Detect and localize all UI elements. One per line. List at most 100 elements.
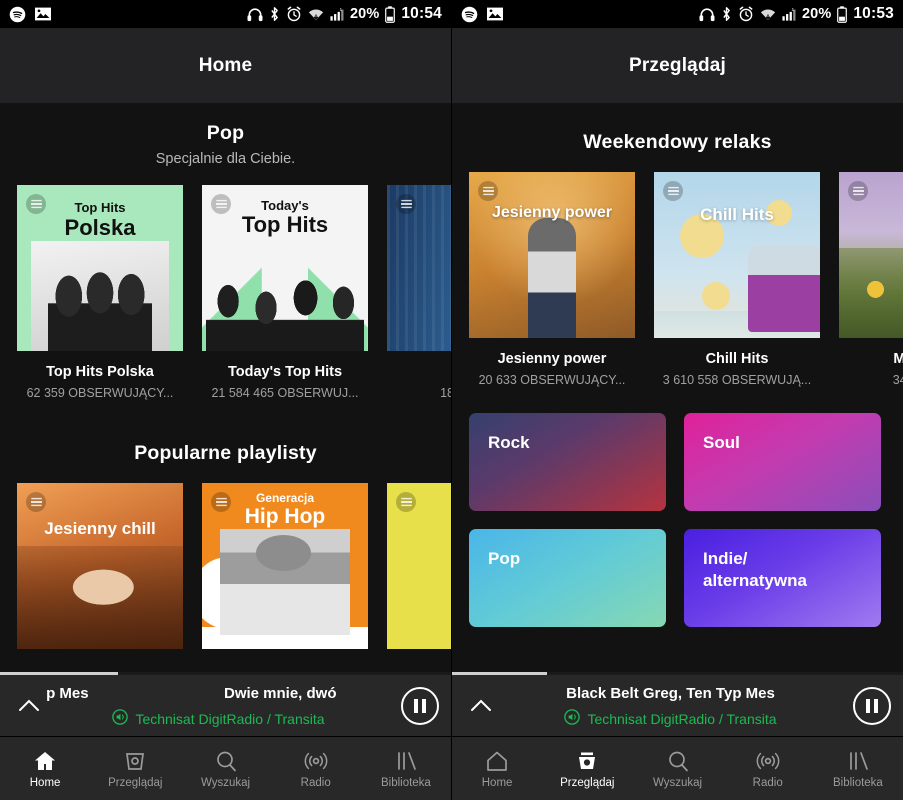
- radio-icon: [755, 748, 781, 772]
- genre-tile-indie[interactable]: Indie/ alternatywna: [684, 529, 881, 627]
- playlist-card[interactable]: Top Hits Polska Top Hits Polska 62 359 O…: [17, 185, 183, 400]
- now-playing-bar-right[interactable]: Black Belt Greg, Ten Typ Mes Technisat D…: [452, 675, 903, 737]
- album-art[interactable]: M Mo: [839, 172, 903, 338]
- playlist-followers: 21 584 465 OBSERWUJ...: [211, 386, 359, 400]
- art-label-main: Jesienny power: [491, 204, 613, 221]
- nav-label: Wyszukaj: [200, 777, 251, 789]
- connected-device-row[interactable]: Technisat DigitRadio / Transita: [498, 708, 843, 730]
- album-art[interactable]: Jesienny chill: [17, 483, 183, 649]
- art-label-main: Chill Hits: [700, 205, 774, 224]
- playlist-followers: 3 610 558 OBSERWUJĄ...: [662, 373, 812, 387]
- image-icon: [487, 7, 503, 21]
- browse-icon: [575, 748, 599, 772]
- playlist-title: Jesienny power: [497, 351, 607, 367]
- track-marquee: en Typ Mes Dwie mnie, dwó: [46, 683, 391, 707]
- playlist-card[interactable]: Generacja Hip Hop: [202, 483, 368, 649]
- expand-player-chevron-icon[interactable]: [464, 699, 498, 712]
- playlist-card[interactable]: M Mo Morning 340 887 O: [839, 172, 903, 387]
- art-label-main: Pop: [387, 261, 451, 283]
- nav-item-home[interactable]: Home: [0, 748, 90, 789]
- art-label-top: Top Hits: [74, 200, 126, 215]
- nav-item-home[interactable]: Home: [452, 748, 542, 789]
- phone-screen-home: 1 20% 10:54 Home Pop Specjalnie dla Cieb…: [0, 0, 451, 800]
- browse-content[interactable]: Weekendowy relaks Jesienny power Jesienn…: [452, 103, 903, 675]
- track-title-part1: en Typ Mes: [46, 684, 89, 702]
- nav-label: Home: [29, 777, 61, 789]
- alarm-icon: [286, 6, 302, 22]
- album-art[interactable]: Today's Top Hits: [202, 185, 368, 351]
- nav-label: Wyszukaj: [652, 777, 703, 789]
- bluetooth-icon: [269, 6, 280, 22]
- expand-player-chevron-icon[interactable]: [12, 699, 46, 712]
- pause-button[interactable]: [853, 686, 891, 725]
- nav-item-biblioteka[interactable]: Biblioteka: [813, 748, 903, 789]
- wifi-icon: [760, 7, 776, 22]
- section-title-pop: Pop: [206, 122, 245, 144]
- home-content[interactable]: Pop Specjalnie dla Ciebie. Top Hits Pols…: [0, 103, 451, 675]
- playlist-title: Top Hits Polska: [46, 364, 154, 380]
- home-icon: [485, 748, 509, 772]
- nav-label: Przeglądaj: [560, 777, 615, 789]
- carousel-pop[interactable]: Top Hits Polska Top Hits Polska 62 359 O…: [0, 185, 451, 400]
- playlist-card[interactable]: Today's Top Hits Today's Top Hits 21 584…: [202, 185, 368, 400]
- album-art[interactable]: B dob: [387, 483, 451, 649]
- nav-label: Radio: [300, 777, 331, 789]
- speaker-icon: [564, 708, 581, 730]
- nav-item-radio[interactable]: Radio: [723, 748, 813, 789]
- wifi-icon: [308, 7, 324, 22]
- playlist-followers: 340 887 O: [892, 373, 903, 387]
- spotify-badge-icon: [26, 492, 46, 512]
- nav-item-wyszukaj[interactable]: Wyszukaj: [180, 748, 270, 789]
- genre-label-wrap: Indie/ alternatywna: [703, 548, 867, 593]
- page-title-right: Przeglądaj: [628, 54, 727, 76]
- spotify-icon: [9, 6, 26, 23]
- now-playing-bar-left[interactable]: en Typ Mes Dwie mnie, dwó Technisat Digi…: [0, 675, 451, 737]
- connected-device-row[interactable]: Technisat DigitRadio / Transita: [46, 708, 391, 730]
- genre-tile-rock[interactable]: Rock: [469, 413, 666, 511]
- album-art[interactable]: Top Hits Polska: [17, 185, 183, 351]
- clock-right: 10:53: [853, 5, 894, 22]
- spotify-badge-icon: [396, 194, 416, 214]
- genre-tile-pop[interactable]: Pop: [469, 529, 666, 627]
- bottom-nav-left[interactable]: Home Przeglądaj Wyszukaj Radio Bibliotek…: [0, 737, 451, 800]
- genre-tiles[interactable]: Rock Soul Pop Indie/ alternatywna: [452, 413, 903, 627]
- carousel-popular[interactable]: Jesienny chill Generacja Hip Hop: [0, 483, 451, 649]
- speaker-icon: [112, 708, 129, 730]
- nav-label: Radio: [752, 777, 783, 789]
- album-art[interactable]: Pop: [387, 185, 451, 351]
- nav-item-przegladaj[interactable]: Przeglądaj: [90, 748, 180, 789]
- genre-tile-soul[interactable]: Soul: [684, 413, 881, 511]
- playlist-card[interactable]: Jesienny chill: [17, 483, 183, 649]
- playlist-card[interactable]: Chill Hits Chill Hits 3 610 558 OBSERWUJ…: [654, 172, 820, 387]
- playlist-card[interactable]: Jesienny power Jesienny power 20 633 OBS…: [469, 172, 635, 387]
- album-art[interactable]: Jesienny power: [469, 172, 635, 338]
- signal-icon: 1: [782, 7, 796, 22]
- alarm-icon: [738, 6, 754, 22]
- home-icon: [33, 748, 57, 772]
- nav-item-wyszukaj[interactable]: Wyszukaj: [632, 748, 722, 789]
- genre-label-line2: alternatywna: [703, 571, 807, 591]
- browse-icon: [123, 748, 147, 772]
- nav-item-radio[interactable]: Radio: [271, 748, 361, 789]
- art-label-main: Hip Hop: [244, 505, 326, 528]
- track-title: Black Belt Greg, Ten Typ Mes: [566, 684, 775, 702]
- pause-button[interactable]: [401, 686, 439, 725]
- nav-item-przegladaj[interactable]: Przeglądaj: [542, 748, 632, 789]
- art-label-main: Jesienny chill: [44, 519, 156, 538]
- nav-label: Biblioteka: [832, 777, 883, 789]
- search-icon: [214, 748, 238, 772]
- album-art[interactable]: Chill Hits: [654, 172, 820, 338]
- bottom-nav-right[interactable]: Home Przeglądaj Wyszukaj Radio Bibliotek…: [452, 737, 903, 800]
- playlist-followers: 18 027 OB: [440, 386, 451, 400]
- battery-icon: [385, 5, 396, 23]
- playlist-title: Pop: [387, 364, 451, 380]
- app-header-left: Home: [0, 28, 451, 103]
- album-art[interactable]: Generacja Hip Hop: [202, 483, 368, 649]
- nav-item-biblioteka[interactable]: Biblioteka: [361, 748, 451, 789]
- battery-icon: [837, 5, 848, 23]
- clock-left: 10:54: [401, 5, 442, 22]
- playlist-card[interactable]: Pop Pop 18 027 OB: [387, 185, 451, 400]
- spotify-badge-icon: [396, 492, 416, 512]
- carousel-weekend[interactable]: Jesienny power Jesienny power 20 633 OBS…: [452, 172, 903, 387]
- playlist-card[interactable]: B dob: [387, 483, 451, 649]
